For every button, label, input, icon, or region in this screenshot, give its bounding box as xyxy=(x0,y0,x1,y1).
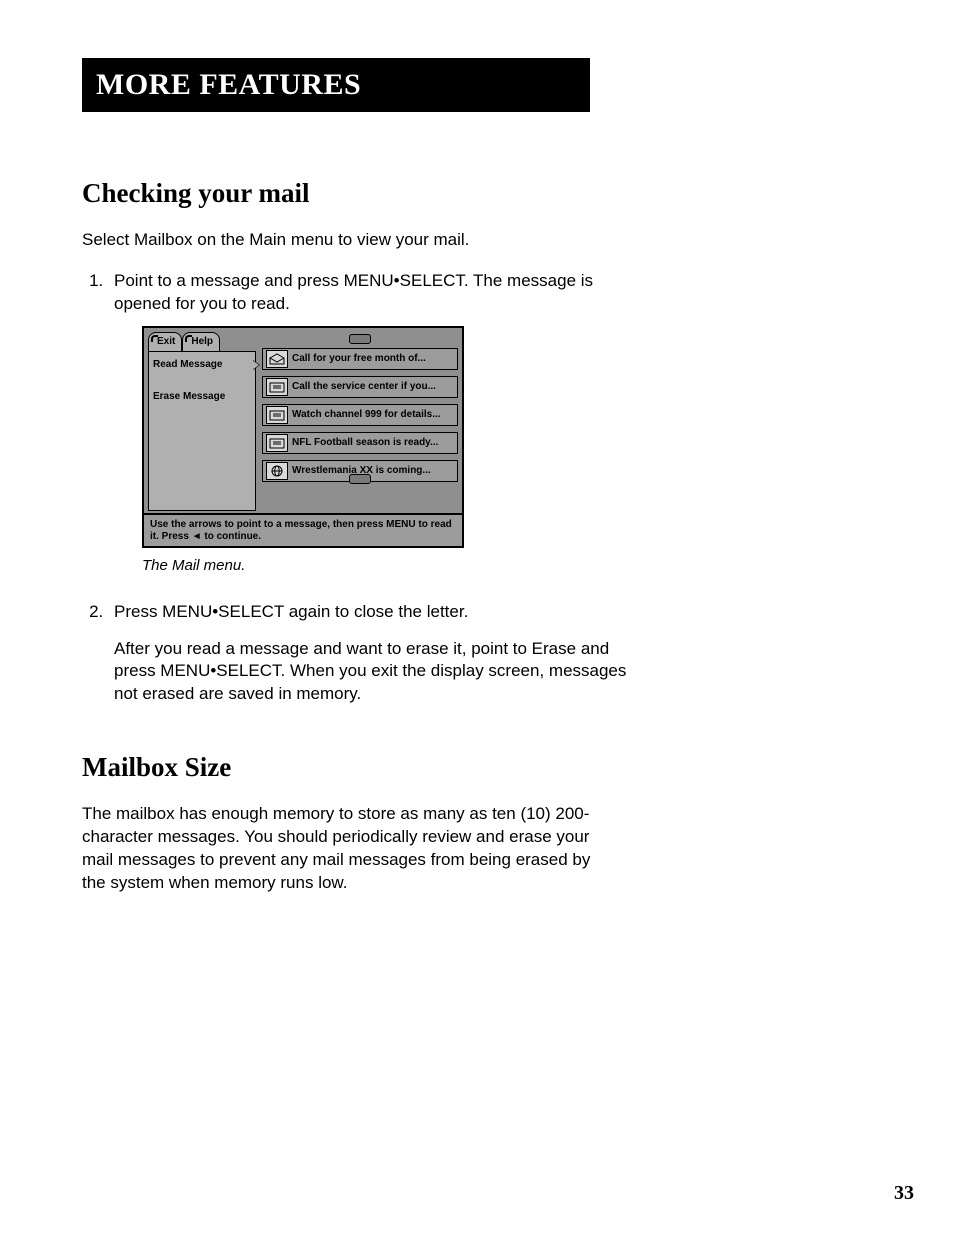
scroll-indicator-icon xyxy=(349,334,371,344)
mail-menu-message-list: Call for your free month of... Call the … xyxy=(262,332,458,482)
message-text: NFL Football season is ready... xyxy=(292,436,438,450)
message-text: Watch channel 999 for details... xyxy=(292,408,441,422)
mail-menu-tabs: Exit Help xyxy=(148,332,256,352)
sidebar-item-read-message[interactable]: Read Message xyxy=(153,358,251,372)
sidebar-item-label: Erase Message xyxy=(153,391,225,402)
tab-help[interactable]: Help xyxy=(182,332,220,352)
envelope-icon xyxy=(266,406,288,424)
section-heading-checking-mail: Checking your mail xyxy=(82,178,872,209)
mail-menu-sidebar: Read Message Erase Message xyxy=(148,351,256,511)
section-heading-mailbox-size: Mailbox Size xyxy=(82,752,872,783)
mail-menu-hint-bar: Use the arrows to point to a message, th… xyxy=(144,513,462,546)
sidebar-item-label: Read Message xyxy=(153,359,222,370)
tab-exit-label: Exit xyxy=(157,336,175,347)
envelope-icon xyxy=(266,378,288,396)
message-text: Call the service center if you... xyxy=(292,380,436,394)
mail-menu-left-column: Exit Help Read Message xyxy=(148,332,256,512)
mail-menu-window: Exit Help Read Message xyxy=(142,326,464,549)
chapter-title: MORE FEATURES xyxy=(96,68,361,101)
sidebar-item-erase-message[interactable]: Erase Message xyxy=(153,390,251,404)
tab-exit[interactable]: Exit xyxy=(148,332,182,352)
chapter-title-bar: MORE FEATURES xyxy=(82,58,590,112)
step-2: Press MENU•SELECT again to close the let… xyxy=(108,601,648,707)
message-text: Call for your free month of... xyxy=(292,352,426,366)
globe-icon xyxy=(266,462,288,480)
page-number: 33 xyxy=(894,1182,914,1205)
list-item[interactable]: Watch channel 999 for details... xyxy=(262,404,458,426)
envelope-open-icon xyxy=(266,350,288,368)
step-1-text: Point to a message and press MENU•SELECT… xyxy=(114,271,593,313)
step-2-paragraph: After you read a message and want to era… xyxy=(114,638,648,707)
intro-paragraph: Select Mailbox on the Main menu to view … xyxy=(82,229,602,252)
step-1: Point to a message and press MENU•SELECT… xyxy=(108,270,648,577)
list-item[interactable]: Call the service center if you... xyxy=(262,376,458,398)
steps-list: Point to a message and press MENU•SELECT… xyxy=(82,270,648,706)
mailbox-size-paragraph: The mailbox has enough memory to store a… xyxy=(82,803,602,895)
page: MORE FEATURES Checking your mail Select … xyxy=(0,0,954,1235)
mail-menu-body: Exit Help Read Message xyxy=(144,328,462,514)
list-item[interactable]: Call for your free month of... xyxy=(262,348,458,370)
mail-menu-figure: Exit Help Read Message xyxy=(142,326,464,577)
list-item[interactable]: NFL Football season is ready... xyxy=(262,432,458,454)
step-2-text: Press MENU•SELECT again to close the let… xyxy=(114,602,468,621)
scroll-indicator-icon xyxy=(349,474,371,484)
tab-notch-icon xyxy=(151,335,158,342)
figure-caption: The Mail menu. xyxy=(142,556,464,576)
tab-notch-icon xyxy=(185,335,192,342)
tab-help-label: Help xyxy=(191,336,213,347)
envelope-icon xyxy=(266,434,288,452)
